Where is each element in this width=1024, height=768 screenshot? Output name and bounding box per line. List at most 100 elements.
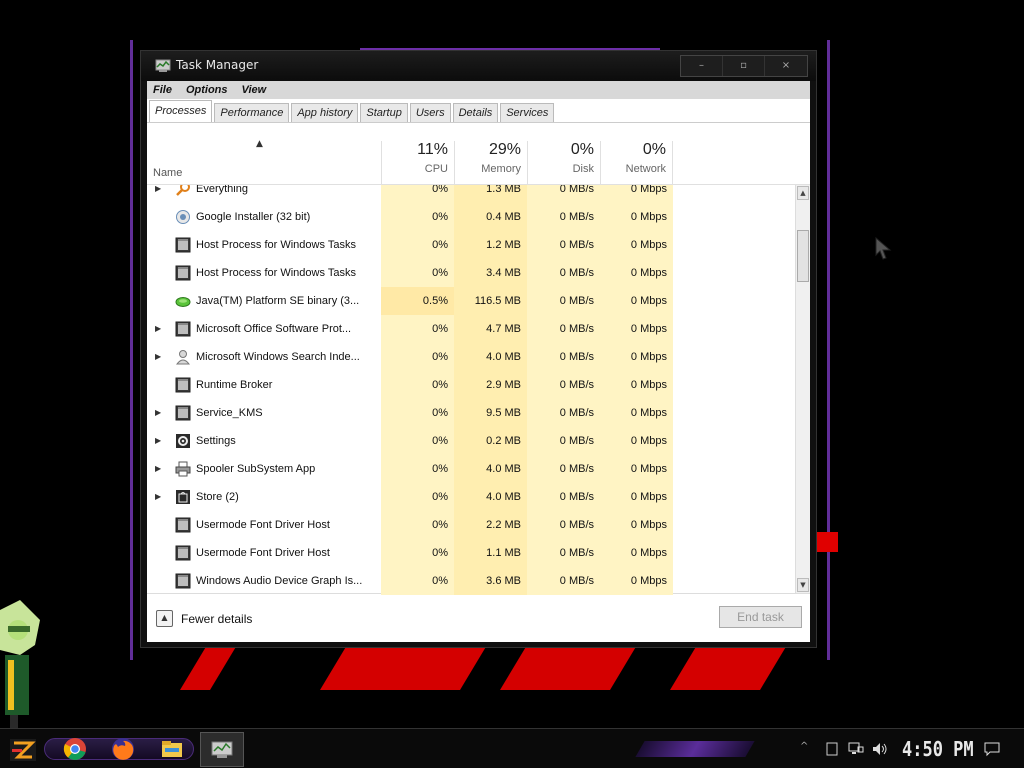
close-button[interactable]: × <box>765 56 807 76</box>
footer-bar: ▲ Fewer details End task <box>147 593 810 642</box>
volume-icon[interactable] <box>872 741 888 757</box>
process-network: 0 Mbps <box>600 539 673 567</box>
column-memory[interactable]: 29% Memory <box>454 141 527 185</box>
process-network: 0 Mbps <box>600 185 673 203</box>
menu-file[interactable]: File <box>153 84 172 96</box>
expand-chevron-icon[interactable]: ▶ <box>155 436 161 445</box>
process-row[interactable]: Java(TM) Platform SE binary (3... 0.5% 116… <box>147 287 795 315</box>
process-row[interactable]: Usermode Font Driver Host 0% 1.1 MB 0 MB/s 0… <box>147 539 795 567</box>
expand-chevron-icon[interactable]: ▶ <box>155 352 161 361</box>
minimize-button[interactable]: – <box>681 56 723 76</box>
chevron-up-icon[interactable]: ▲ <box>156 610 173 627</box>
process-disk: 0 MB/s <box>527 427 600 455</box>
process-memory: 3.6 MB <box>454 567 527 595</box>
process-cpu: 0% <box>381 371 454 399</box>
process-row[interactable]: ▶ Spooler SubSystem App 0% 4.0 MB 0 MB/s 0 Mb… <box>147 455 795 483</box>
taskbar-clock[interactable]: 4:50 PM <box>902 737 974 761</box>
vertical-scrollbar[interactable]: ▲ ▼ <box>795 185 810 593</box>
process-cpu: 0% <box>381 259 454 287</box>
process-name: Host Process for Windows Tasks <box>196 239 356 251</box>
process-memory: 116.5 MB <box>454 287 527 315</box>
process-network: 0 Mbps <box>600 231 673 259</box>
java-icon <box>175 293 191 309</box>
file-explorer-icon[interactable] <box>160 737 184 761</box>
taskbar-task-manager-button[interactable] <box>200 732 244 767</box>
process-cpu: 0% <box>381 567 454 595</box>
process-row[interactable]: ▶ Service_KMS 0% 9.5 MB 0 MB/s 0 Mbps <box>147 399 795 427</box>
process-name: Windows Audio Device Graph Is... <box>196 575 363 587</box>
scroll-down-icon[interactable]: ▼ <box>797 578 809 592</box>
process-row[interactable]: ▶ Microsoft Office Software Prot... 0% 4.7 … <box>147 315 795 343</box>
process-name: Service_KMS <box>196 407 263 419</box>
process-disk: 0 MB/s <box>527 315 600 343</box>
window-process-icon <box>175 321 191 337</box>
printer-icon <box>175 461 191 477</box>
process-row[interactable]: Runtime Broker 0% 2.9 MB 0 MB/s 0 Mbps <box>147 371 795 399</box>
memory-label: Memory <box>481 163 521 175</box>
tab-processes[interactable]: Processes <box>149 100 213 122</box>
column-network[interactable]: 0% Network <box>600 141 673 185</box>
process-row[interactable]: Host Process for Windows Tasks 0% 1.2 MB 0 … <box>147 231 795 259</box>
process-disk: 0 MB/s <box>527 483 600 511</box>
tab-users[interactable]: Users <box>409 103 451 122</box>
menu-options[interactable]: Options <box>186 84 228 96</box>
action-center-tray-icon[interactable] <box>826 741 838 757</box>
process-row[interactable]: Host Process for Windows Tasks 0% 3.4 MB 0 … <box>147 259 795 287</box>
tab-app-history[interactable]: App history <box>291 103 359 122</box>
process-row[interactable]: ▶ Store (2) 0% 4.0 MB 0 MB/s 0 Mbps <box>147 483 795 511</box>
process-disk: 0 MB/s <box>527 287 600 315</box>
scrollbar-thumb[interactable] <box>797 230 809 282</box>
maximize-button[interactable]: ▫ <box>723 56 765 76</box>
column-name[interactable]: Name <box>153 167 182 179</box>
process-disk: 0 MB/s <box>527 231 600 259</box>
process-network: 0 Mbps <box>600 343 673 371</box>
process-row[interactable]: ▶ Settings 0% 0.2 MB 0 MB/s 0 Mbps <box>147 427 795 455</box>
process-disk: 0 MB/s <box>527 203 600 231</box>
process-network: 0 Mbps <box>600 259 673 287</box>
menu-view[interactable]: View <box>242 84 267 96</box>
process-network: 0 Mbps <box>600 427 673 455</box>
title-bar[interactable]: Task Manager – ▫ × <box>141 51 816 81</box>
end-task-button[interactable]: End task <box>719 606 802 628</box>
tab-startup[interactable]: Startup <box>360 103 408 122</box>
process-memory: 0.4 MB <box>454 203 527 231</box>
process-disk: 0 MB/s <box>527 371 600 399</box>
process-row[interactable]: ▶ Microsoft Windows Search Inde... 0% 4.0 M… <box>147 343 795 371</box>
expand-chevron-icon[interactable]: ▶ <box>155 464 161 473</box>
expand-chevron-icon[interactable]: ▶ <box>155 324 161 333</box>
process-name: Google Installer (32 bit) <box>196 211 311 223</box>
process-cpu: 0% <box>381 427 454 455</box>
process-name: Microsoft Windows Search Inde... <box>196 351 360 363</box>
column-cpu[interactable]: 11% CPU <box>381 141 454 185</box>
fewer-details-link[interactable]: Fewer details <box>181 612 252 626</box>
start-button-icon[interactable] <box>8 737 38 763</box>
expand-chevron-icon[interactable]: ▶ <box>155 185 161 193</box>
process-row[interactable]: ▶ Everything 0% 1.3 MB 0 MB/s 0 Mbps <box>147 185 795 203</box>
process-row[interactable]: Windows Audio Device Graph Is... 0% 3.6 MB… <box>147 567 795 595</box>
process-memory: 4.0 MB <box>454 455 527 483</box>
process-cpu: 0% <box>381 511 454 539</box>
tab-services[interactable]: Services <box>500 103 555 122</box>
process-name: Host Process for Windows Tasks <box>196 267 356 279</box>
scroll-up-icon[interactable]: ▲ <box>797 186 809 200</box>
task-manager-icon <box>155 59 171 72</box>
process-row[interactable]: Google Installer (32 bit) 0% 0.4 MB 0 MB/s 0… <box>147 203 795 231</box>
network-icon[interactable] <box>848 741 864 757</box>
show-hidden-icons-icon[interactable]: ^ <box>800 741 808 757</box>
expand-chevron-icon[interactable]: ▶ <box>155 408 161 417</box>
tab-details[interactable]: Details <box>452 103 499 122</box>
notifications-icon[interactable] <box>984 741 1000 757</box>
process-network: 0 Mbps <box>600 399 673 427</box>
tab-performance[interactable]: Performance <box>214 103 290 122</box>
process-disk: 0 MB/s <box>527 567 600 595</box>
window-process-icon <box>175 573 191 589</box>
column-disk[interactable]: 0% Disk <box>527 141 600 185</box>
process-cpu: 0% <box>381 231 454 259</box>
process-network: 0 Mbps <box>600 483 673 511</box>
process-memory: 1.1 MB <box>454 539 527 567</box>
process-row[interactable]: Usermode Font Driver Host 0% 2.2 MB 0 MB/s 0… <box>147 511 795 539</box>
process-cpu: 0% <box>381 185 454 203</box>
firefox-icon[interactable] <box>111 737 135 761</box>
chrome-icon[interactable] <box>63 737 87 761</box>
expand-chevron-icon[interactable]: ▶ <box>155 492 161 501</box>
